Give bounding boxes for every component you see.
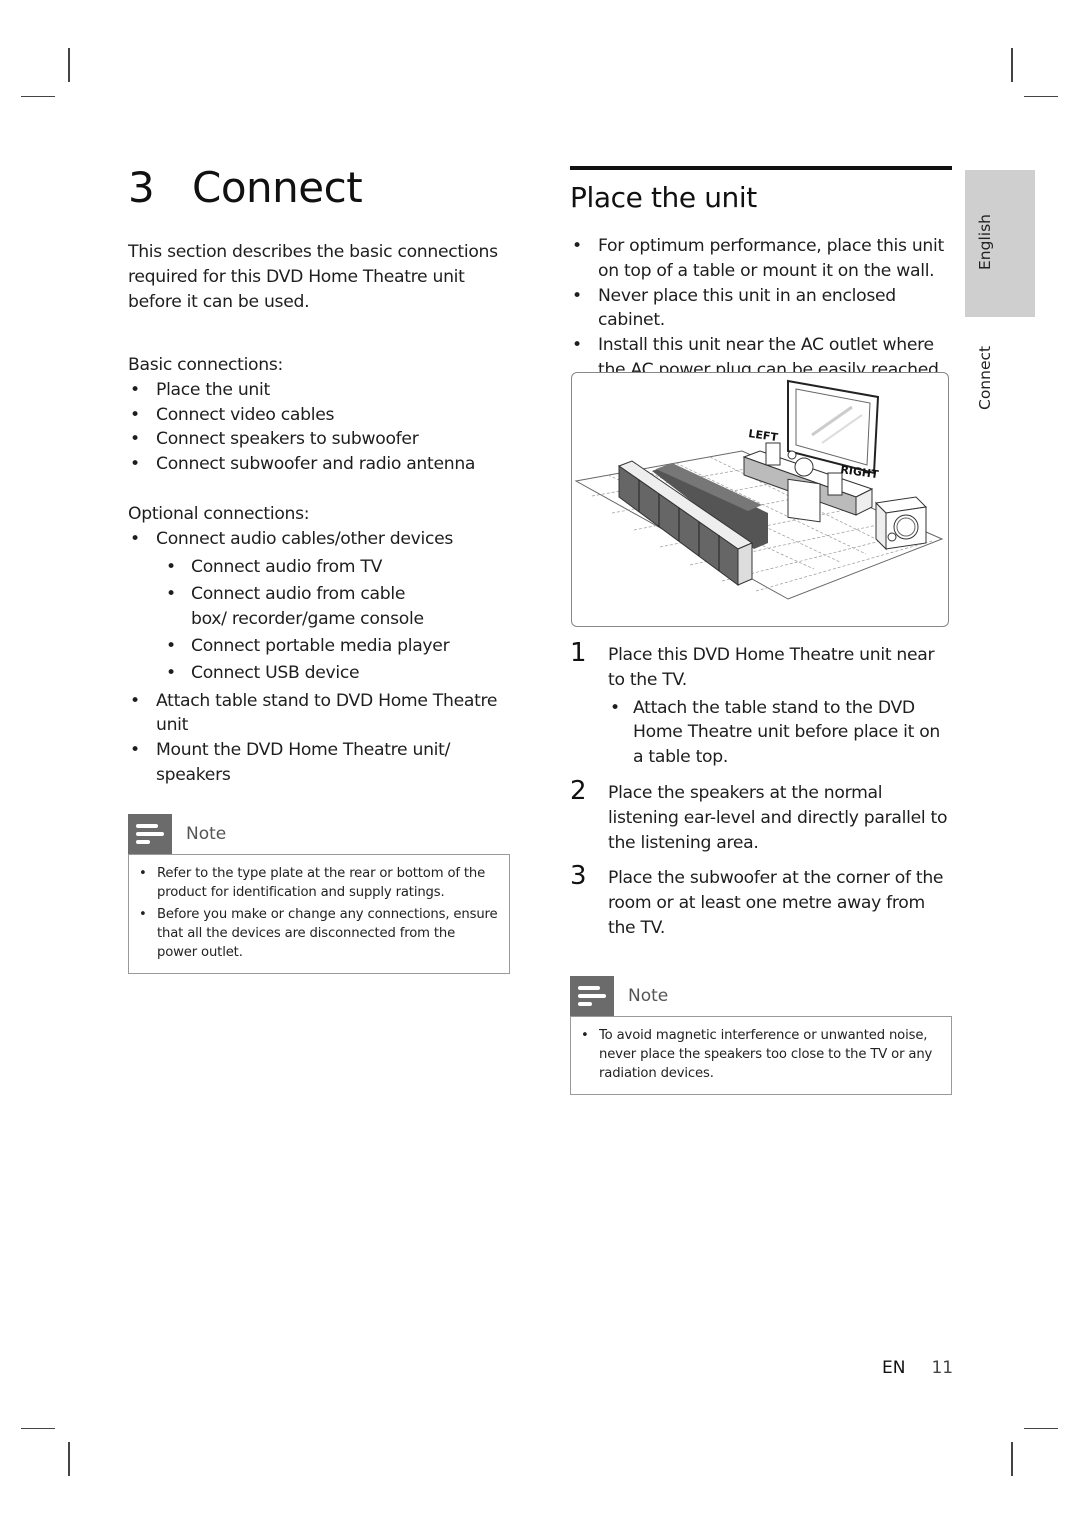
section-title: Place the unit xyxy=(570,181,757,214)
crop-mark xyxy=(21,1428,55,1429)
step-text: Place the speakers at the normal listeni… xyxy=(608,782,948,853)
list-item: Mount the DVD Home Theatre unit/ speaker… xyxy=(128,738,486,788)
list-item: Connect audio from TV xyxy=(128,555,518,580)
note-box: To avoid magnetic interference or unwant… xyxy=(570,1016,952,1095)
basic-connections: Basic connections: Place the unit Connec… xyxy=(128,353,518,477)
list-item: Attach table stand to DVD Home Theatre u… xyxy=(128,689,506,739)
note-item: Before you make or change any connection… xyxy=(139,905,499,962)
list-item: Connect USB device xyxy=(128,661,518,686)
step-sublist: Attach the table stand to the DVD Home T… xyxy=(608,696,955,770)
list-item: Connect audio from cable box/ recorder/g… xyxy=(128,582,441,632)
list-item: Connect portable media player xyxy=(128,634,518,659)
center-unit xyxy=(787,478,821,523)
place-unit-bullets: For optimum performance, place this unit… xyxy=(570,234,952,383)
note-label: Note xyxy=(186,824,227,844)
optional-connections-sublist: Connect audio from TV Connect audio from… xyxy=(128,555,518,686)
note-icon xyxy=(128,814,172,854)
list-item: Attach the table stand to the DVD Home T… xyxy=(608,696,955,770)
list-item: Connect subwoofer and radio antenna xyxy=(128,452,518,477)
list-item: Connect speakers to subwoofer xyxy=(128,427,518,452)
list-item: Connect video cables xyxy=(128,403,518,428)
step-number: 2 xyxy=(570,775,587,806)
step-text: Place this DVD Home Theatre unit near to… xyxy=(608,645,935,690)
crop-mark xyxy=(1011,48,1013,82)
list-item: Never place this unit in an enclosed cab… xyxy=(570,284,952,334)
language-tab-label: English xyxy=(976,214,994,270)
room-layout-drawing: LEFT RIGHT xyxy=(574,379,944,600)
optional-connections-list: Connect audio cables/other devices xyxy=(128,527,518,552)
section-tab-label: Connect xyxy=(976,345,994,410)
note-header: Note xyxy=(128,814,510,854)
optional-connections-heading: Optional connections: xyxy=(128,504,310,524)
note-box: Refer to the type plate at the rear or b… xyxy=(128,854,510,974)
crop-mark xyxy=(68,48,70,82)
optional-connections-list-2: Attach table stand to DVD Home Theatre u… xyxy=(128,689,518,788)
list-item: For optimum performance, place this unit… xyxy=(570,234,952,284)
chapter-title-text: Connect xyxy=(192,163,363,212)
chapter-intro: This section describes the basic connect… xyxy=(128,242,498,312)
label-left: LEFT xyxy=(748,427,780,444)
placement-steps: 1 Place this DVD Home Theatre unit near … xyxy=(570,638,955,952)
basic-connections-list: Place the unit Connect video cables Conn… xyxy=(128,378,518,477)
step-number: 1 xyxy=(570,638,587,668)
note-item: To avoid magnetic interference or unwant… xyxy=(581,1026,941,1083)
step-text: Place the subwoofer at the corner of the… xyxy=(608,868,944,938)
section-rule xyxy=(570,166,952,170)
basic-connections-heading: Basic connections: xyxy=(128,355,284,375)
crop-mark xyxy=(1024,1428,1058,1429)
chapter-number: 3 xyxy=(128,163,155,212)
place-unit-section: Place the unit For optimum performance, … xyxy=(570,166,952,383)
page-footer: EN 11 xyxy=(882,1358,953,1378)
step-number: 3 xyxy=(570,861,587,892)
list-item: Connect audio cables/other devices xyxy=(128,527,518,552)
chapter-title: 3 Connect xyxy=(128,160,363,216)
crop-mark xyxy=(68,1442,70,1476)
left-speaker xyxy=(765,442,781,466)
crop-mark xyxy=(1024,96,1058,97)
note-item: Refer to the type plate at the rear or b… xyxy=(139,864,499,902)
step: 1 Place this DVD Home Theatre unit near … xyxy=(570,638,955,770)
note-label: Note xyxy=(628,986,669,1006)
list-item: Place the unit xyxy=(128,378,518,403)
crop-mark xyxy=(1011,1442,1013,1476)
footer-language: EN xyxy=(882,1358,906,1378)
page-number: 11 xyxy=(931,1358,954,1378)
room-layout-illustration: LEFT RIGHT xyxy=(571,372,949,627)
note-header: Note xyxy=(570,976,952,1016)
optional-connections: Optional connections: Connect audio cabl… xyxy=(128,502,518,788)
crop-mark xyxy=(21,96,55,97)
right-speaker xyxy=(827,472,843,496)
step: 2 Place the speakers at the normal liste… xyxy=(570,775,955,855)
note-left: Note Refer to the type plate at the rear… xyxy=(128,814,510,974)
note-icon xyxy=(570,976,614,1016)
step: 3 Place the subwoofer at the corner of t… xyxy=(570,861,955,940)
note-right: Note To avoid magnetic interference or u… xyxy=(570,976,952,1095)
